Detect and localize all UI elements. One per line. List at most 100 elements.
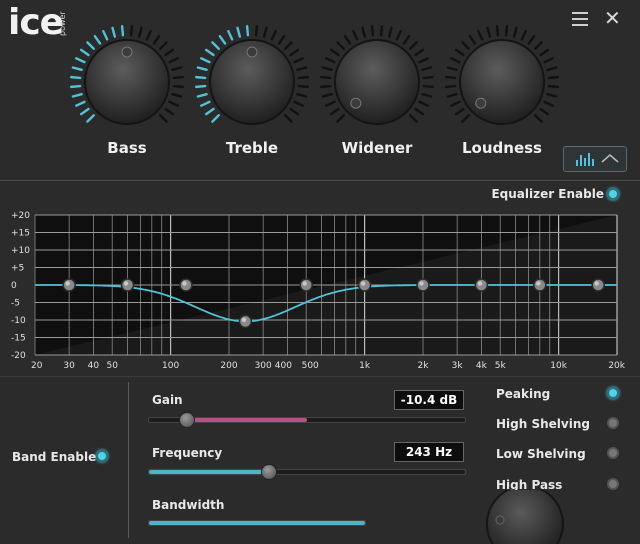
filter-option-low-shelving-label: Low Shelving — [496, 447, 586, 461]
knob-tick — [236, 26, 242, 38]
knob-tick — [137, 26, 143, 38]
knob-tick — [450, 57, 461, 64]
knob-pointer — [121, 46, 133, 58]
band-panel-divider — [128, 382, 129, 538]
x-tick-label: 30 — [63, 361, 75, 371]
knob-tick — [102, 30, 109, 41]
x-tick-label: 1k — [359, 361, 371, 371]
knob-tick — [297, 75, 309, 80]
treble-knob[interactable] — [187, 24, 317, 144]
band-enable-label: Band Enable — [12, 450, 97, 464]
band-enable-toggle[interactable] — [96, 450, 108, 462]
knob-tick — [477, 30, 484, 41]
knob-tick — [325, 100, 336, 107]
y-tick-label: -15 — [11, 334, 26, 344]
x-tick-label: 20k — [608, 361, 625, 371]
loudness-knob[interactable] — [437, 24, 567, 144]
filter-option-high-shelving[interactable] — [607, 417, 619, 429]
knob-tick — [227, 30, 234, 41]
knob-tick — [534, 41, 543, 50]
gain-slider-fill — [186, 418, 307, 422]
knob-tick — [546, 66, 558, 72]
gain-slider-thumb[interactable] — [178, 412, 195, 428]
equalizer-graph[interactable]: +20 +15 +10 +5 0 -5 -10 -15 -20 20 30 40 50 100 200 300… — [0, 205, 640, 375]
frequency-value-field[interactable]: 243 Hz — [394, 442, 464, 462]
knob-tick — [543, 100, 554, 107]
knob-tick — [86, 114, 95, 123]
knob-tick — [446, 92, 458, 98]
x-tick-label: 3k — [452, 361, 464, 371]
equalizer-enable-label: Equalizer Enable — [491, 187, 604, 201]
close-icon[interactable]: ✕ — [604, 6, 621, 30]
spectrum-icon — [576, 153, 619, 166]
knob-tick — [421, 92, 433, 98]
knob-tick — [296, 66, 308, 72]
knob-tick — [296, 92, 308, 98]
knob-tick — [218, 34, 227, 45]
y-tick-label: +15 — [11, 229, 30, 239]
knob-tick — [409, 114, 418, 123]
bandwidth-slider-track[interactable] — [148, 520, 366, 526]
knob-tick — [129, 25, 134, 37]
bandwidth-slider-fill — [149, 521, 365, 525]
equalizer-enable-toggle[interactable] — [607, 188, 619, 200]
knob-tick — [204, 48, 215, 57]
knob-tick — [245, 25, 250, 37]
knob-tick — [422, 84, 434, 89]
gain-value-field[interactable]: -10.4 dB — [394, 390, 464, 410]
knob-tick — [422, 75, 434, 80]
knob-tick — [321, 92, 333, 98]
widener-knob[interactable] — [312, 24, 442, 144]
treble-label: Treble — [225, 139, 279, 157]
knob-tick — [409, 41, 418, 50]
knob-tick — [71, 92, 83, 98]
knob-tick — [200, 100, 211, 107]
app-logo: ice — [8, 2, 64, 43]
x-tick-label: 10k — [550, 361, 567, 371]
menu-icon[interactable] — [572, 12, 588, 26]
section-divider — [0, 180, 640, 181]
x-tick-label: 100 — [162, 361, 179, 371]
knob-tick — [336, 114, 345, 123]
knob-tick — [211, 41, 220, 50]
knob-tick — [277, 34, 286, 45]
knob-tick — [445, 75, 457, 80]
filter-option-high-pass[interactable] — [607, 478, 619, 490]
gain-label: Gain — [152, 393, 183, 407]
knob-tick — [196, 66, 208, 72]
knob-tick — [289, 107, 300, 116]
band-bandwidth-knob[interactable] — [470, 490, 580, 544]
x-tick-label: 5k — [495, 361, 507, 371]
knob-tick — [86, 41, 95, 50]
knob-pointer — [350, 97, 362, 109]
knob-tick — [79, 48, 90, 57]
knob-tick — [421, 66, 433, 72]
bass-knob[interactable] — [62, 24, 192, 144]
knob-tick — [75, 100, 86, 107]
knob-tick — [171, 66, 183, 72]
knob-tick — [379, 25, 384, 37]
filter-option-peaking[interactable] — [607, 387, 619, 399]
knob-tick — [93, 34, 102, 45]
filter-option-low-shelving[interactable] — [607, 447, 619, 459]
frequency-slider-fill — [149, 470, 270, 474]
filter-option-high-shelving-label: High Shelving — [496, 417, 590, 431]
knob-tick — [468, 34, 477, 45]
knob-tick — [152, 34, 161, 45]
knob-tick — [547, 75, 559, 80]
frequency-slider-track[interactable] — [148, 469, 466, 475]
bandwidth-label: Bandwidth — [152, 498, 225, 512]
knob-tick — [486, 26, 492, 38]
knob-tick — [370, 25, 375, 37]
knob-tick — [461, 114, 470, 123]
knob-tick — [172, 84, 184, 89]
knob-tick — [293, 100, 304, 107]
knob-tick — [454, 48, 465, 57]
visualizer-toggle-button[interactable] — [563, 146, 627, 172]
y-tick-label: +10 — [11, 246, 30, 256]
knob-tick — [547, 84, 559, 89]
knob-tick — [329, 48, 340, 57]
gain-slider-track[interactable] — [148, 417, 466, 423]
knob-tick — [195, 84, 207, 89]
frequency-slider-thumb[interactable] — [261, 464, 278, 480]
